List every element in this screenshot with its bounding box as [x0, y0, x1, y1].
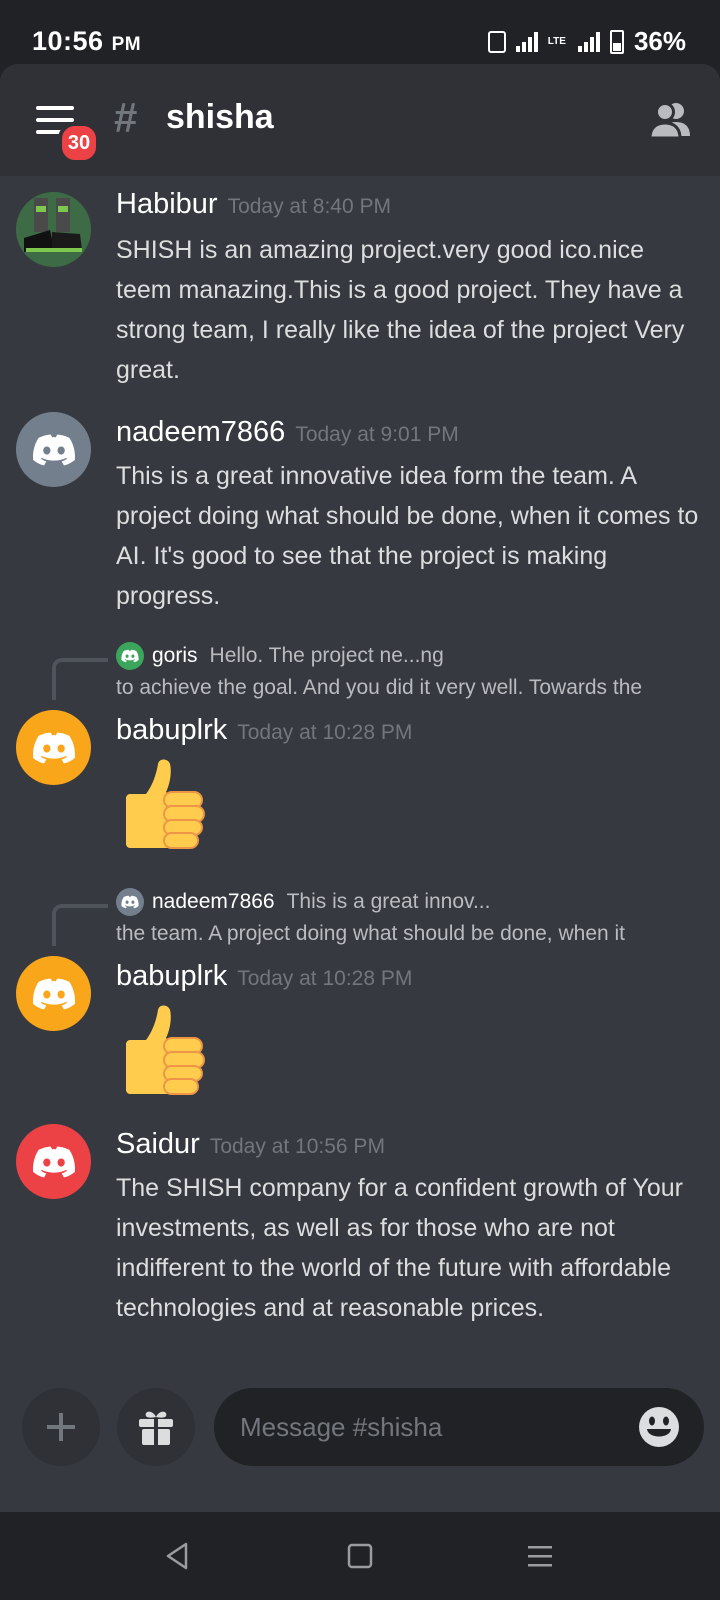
reply-avatar	[116, 642, 144, 670]
reply-continuation: the team. A project doing what should be…	[116, 922, 626, 945]
back-icon[interactable]	[158, 1540, 198, 1572]
channel-title[interactable]: shisha	[166, 98, 274, 137]
status-bar: 10:56 PM LTE 36%	[0, 0, 720, 64]
timestamp: Today at 10:28 PM	[237, 967, 413, 990]
timestamp: Today at 9:01 PM	[295, 423, 459, 446]
sneakers-photo	[16, 192, 91, 267]
reply-connector	[52, 904, 108, 946]
avatar[interactable]	[16, 710, 91, 785]
reply-avatar	[116, 888, 144, 916]
reply-connector	[52, 658, 108, 700]
author-name[interactable]: babuplrk Today at 10:28 PM	[116, 714, 412, 747]
home-icon[interactable]	[340, 1540, 380, 1572]
discord-logo-icon	[32, 731, 76, 765]
gift-icon	[139, 1411, 173, 1445]
timestamp: Today at 8:40 PM	[227, 195, 391, 218]
avatar[interactable]	[16, 192, 91, 267]
author-name[interactable]: babuplrk Today at 10:28 PM	[116, 960, 412, 993]
author-label: babuplrk	[116, 960, 228, 992]
recents-icon[interactable]	[520, 1540, 560, 1572]
discord-logo-icon	[121, 649, 139, 663]
members-icon	[648, 102, 690, 140]
timestamp: Today at 10:56 PM	[209, 1135, 385, 1158]
avatar[interactable]	[16, 956, 91, 1031]
discord-logo-icon	[121, 895, 139, 909]
battery-level: 36%	[633, 26, 686, 56]
message-text: The SHISH company for a confident growth…	[116, 1174, 683, 1322]
author-label: Saidur	[116, 1128, 200, 1160]
thumbs-up-icon	[116, 756, 212, 856]
author-label: babuplrk	[116, 714, 228, 746]
discord-logo-icon	[32, 977, 76, 1011]
gift-button[interactable]	[117, 1388, 195, 1466]
timestamp: Today at 10:28 PM	[237, 721, 413, 744]
signal-icon	[515, 31, 538, 52]
discord-logo-icon	[32, 1145, 76, 1179]
reply-snippet: Hello. The project ne...ng	[209, 644, 444, 667]
status-icons: LTE 36%	[487, 26, 686, 57]
message-composer	[0, 1384, 720, 1480]
thumbs-up-icon	[116, 1002, 212, 1102]
unread-badge: 30	[58, 122, 100, 164]
avatar[interactable]	[16, 1124, 91, 1199]
author-name[interactable]: nadeem7866 Today at 9:01 PM	[116, 416, 459, 449]
status-time: 10:56 PM	[32, 26, 141, 57]
network-type: LTE	[547, 35, 566, 47]
members-button[interactable]	[648, 100, 692, 140]
status-clock: 10:56	[32, 26, 104, 56]
plus-icon	[47, 1413, 75, 1441]
reply-preview[interactable]: goris Hello. The project ne...ng	[116, 642, 444, 670]
vibrate-icon	[487, 30, 506, 53]
message-input-container	[214, 1388, 704, 1466]
status-ampm: PM	[111, 34, 142, 55]
author-name[interactable]: Habibur Today at 8:40 PM	[116, 188, 391, 221]
attach-button[interactable]	[22, 1388, 100, 1466]
signal-icon-2	[577, 31, 600, 52]
reply-preview[interactable]: nadeem7866 This is a great innov...	[116, 888, 490, 916]
message-text: SHISH is an amazing project.very good ic…	[116, 236, 685, 384]
author-name[interactable]: Saidur Today at 10:56 PM	[116, 1128, 385, 1161]
reply-snippet: This is a great innov...	[286, 890, 491, 913]
discord-logo-icon	[32, 433, 76, 467]
chat-panel: 30 # shisha Habibur Today at 8:40 PM SHI…	[0, 64, 720, 1512]
system-nav-bar	[0, 1512, 720, 1600]
avatar[interactable]	[16, 412, 91, 487]
reply-author: goris	[152, 644, 198, 667]
reply-continuation: to achieve the goal. And you did it very…	[116, 676, 643, 699]
channel-header: 30 # shisha	[0, 64, 720, 176]
channel-hash-icon: #	[114, 94, 138, 141]
author-label: nadeem7866	[116, 416, 286, 448]
emoji-smile-icon[interactable]	[638, 1406, 680, 1448]
reply-author: nadeem7866	[152, 890, 275, 913]
battery-icon	[609, 29, 624, 54]
message-text: This is a great innovative idea form the…	[116, 462, 699, 610]
message-input[interactable]	[238, 1410, 622, 1444]
author-label: Habibur	[116, 188, 218, 220]
